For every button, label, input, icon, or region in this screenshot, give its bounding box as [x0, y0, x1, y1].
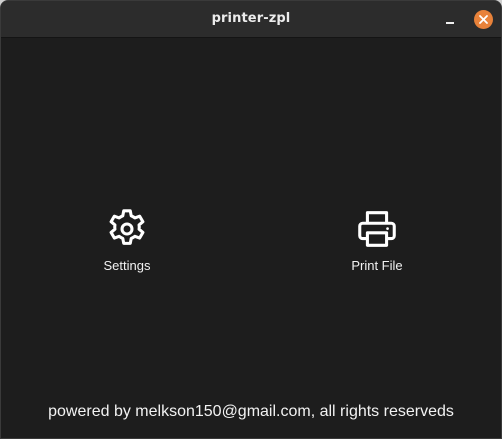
title-bar[interactable]: printer-zpl — [1, 1, 501, 38]
app-window: printer-zpl Settings Print File powered … — [0, 0, 502, 439]
print-file-label: Print File — [351, 258, 403, 273]
minimize-button[interactable] — [441, 9, 461, 29]
settings-label: Settings — [103, 258, 151, 273]
printer-icon — [358, 211, 396, 247]
settings-button[interactable]: Settings — [77, 206, 177, 276]
footer-credits: powered by melkson150@gmail.com, all rig… — [48, 403, 454, 420]
minimize-icon — [446, 22, 454, 24]
close-button[interactable] — [474, 10, 493, 29]
close-icon — [479, 15, 488, 24]
window-title: printer-zpl — [211, 11, 291, 26]
gear-icon — [109, 209, 145, 245]
print-file-button[interactable]: Print File — [327, 206, 427, 276]
